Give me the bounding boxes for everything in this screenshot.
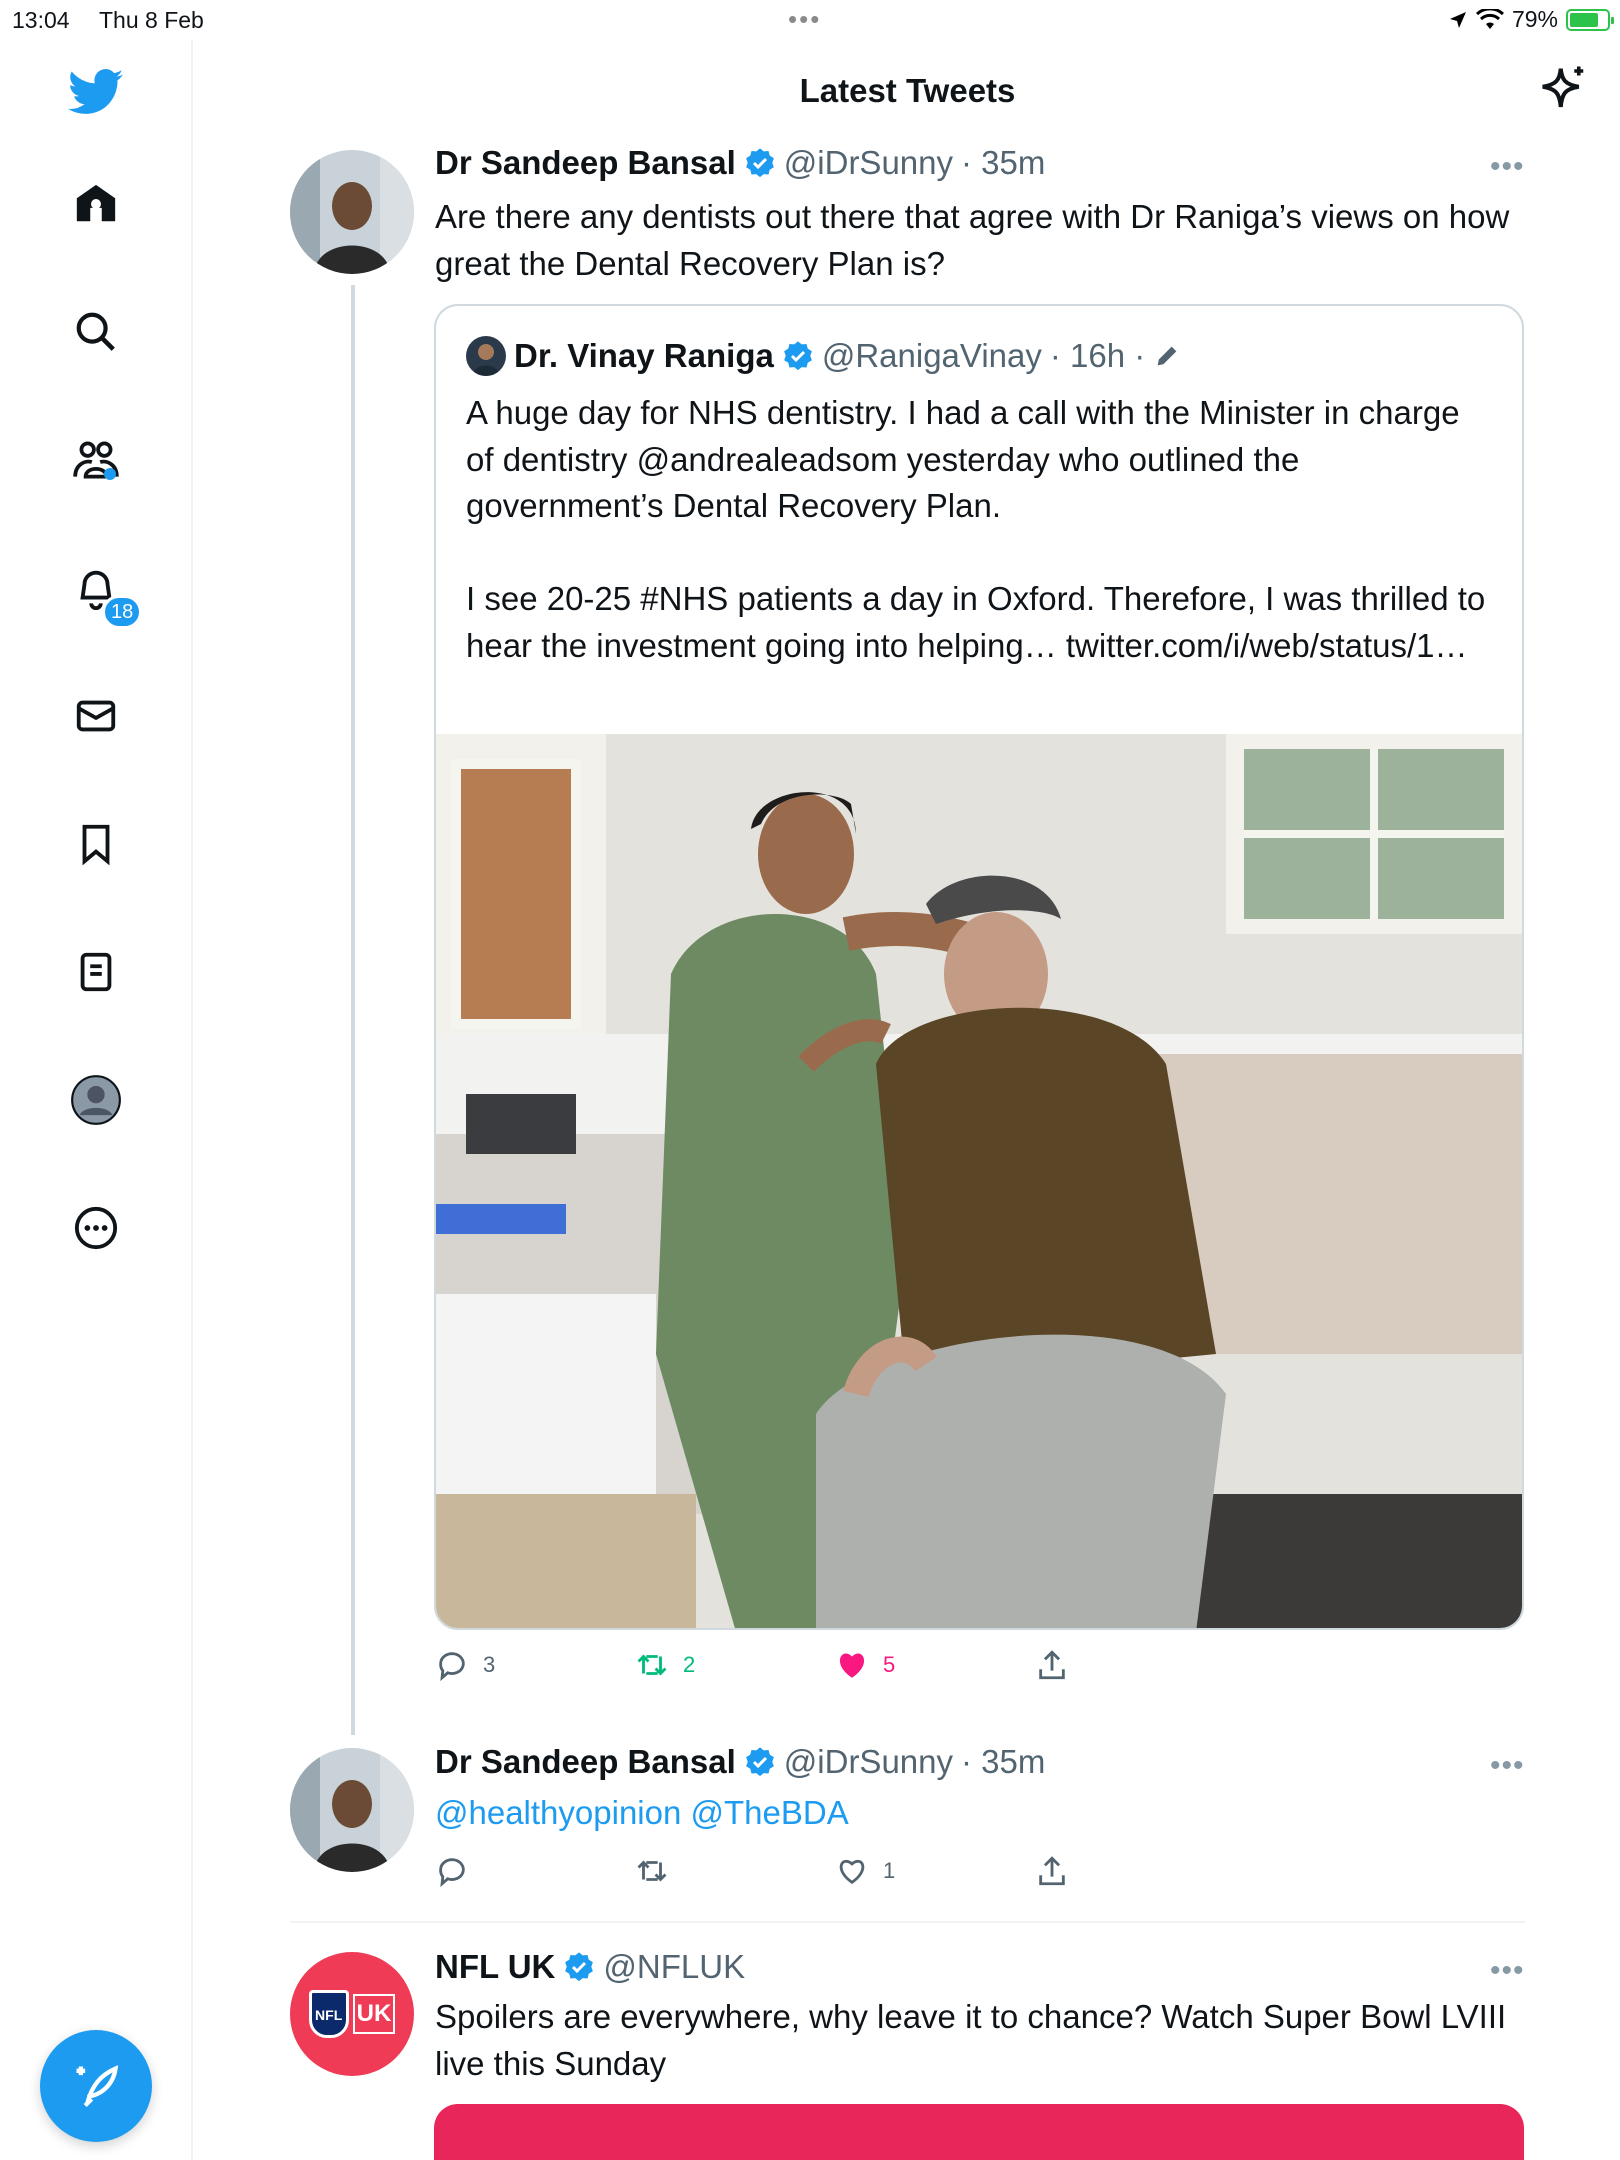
retweet-button[interactable]: 2 bbox=[635, 1648, 695, 1682]
author-handle[interactable]: @iDrSunny bbox=[784, 144, 953, 182]
quoted-author: Dr. Vinay Raniga @RanigaVinay · 16h · bbox=[466, 336, 1181, 376]
author-name[interactable]: NFL UK bbox=[435, 1948, 555, 1986]
timeline-header: Latest Tweets bbox=[195, 40, 1620, 140]
share-icon bbox=[1039, 1650, 1065, 1680]
tweet-time[interactable]: · 35m bbox=[961, 1743, 1045, 1781]
sidebar: 18 bbox=[0, 40, 193, 2160]
page-title: Latest Tweets bbox=[799, 72, 1016, 109]
verified-badge-icon bbox=[745, 1747, 774, 1777]
like-button[interactable]: 1 bbox=[835, 1854, 895, 1888]
status-time: 13:04 bbox=[12, 7, 70, 33]
tweet-divider bbox=[290, 1921, 1525, 1923]
quoted-handle: @RanigaVinay bbox=[821, 337, 1042, 374]
avatar[interactable] bbox=[290, 150, 414, 274]
bookmark-icon[interactable] bbox=[66, 814, 126, 874]
more-options-icon[interactable]: ••• bbox=[1490, 1954, 1525, 1988]
author-name[interactable]: Dr Sandeep Bansal bbox=[435, 144, 736, 182]
tweet-text: Spoilers are everywhere, why leave it to… bbox=[435, 1998, 1507, 2082]
edited-pencil-icon bbox=[1157, 346, 1177, 366]
profile-icon[interactable] bbox=[66, 1070, 126, 1130]
retweet-icon bbox=[637, 1654, 667, 1676]
battery-icon bbox=[1566, 8, 1614, 31]
nfl-uk-avatar[interactable]: NFL UK bbox=[290, 1952, 414, 2076]
mail-icon[interactable] bbox=[66, 686, 126, 746]
more-options-icon[interactable]: ••• bbox=[1490, 150, 1525, 184]
avatar[interactable] bbox=[290, 1748, 414, 1872]
reply-count: 3 bbox=[483, 1652, 496, 1677]
promoted-card[interactable] bbox=[434, 2104, 1524, 2160]
sparkle-icon[interactable] bbox=[1536, 62, 1590, 116]
retweet-icon bbox=[637, 1860, 667, 1882]
heart-icon bbox=[839, 1860, 865, 1885]
tweet-actions: 3 2 5 bbox=[435, 1648, 1135, 1688]
location-arrow-icon bbox=[1449, 11, 1466, 28]
multitasking-dots-icon[interactable]: ••• bbox=[788, 4, 821, 35]
share-button[interactable] bbox=[1035, 1648, 1069, 1682]
tweet-photo[interactable] bbox=[436, 734, 1522, 1628]
status-bar: 13:04 Thu 8 Feb ••• 79% bbox=[0, 0, 1620, 40]
like-button[interactable]: 5 bbox=[835, 1648, 895, 1682]
tweet-actions: 1 bbox=[435, 1854, 1135, 1894]
communities-dot bbox=[104, 468, 116, 480]
verified-badge-icon bbox=[745, 148, 774, 178]
heart-filled-icon bbox=[839, 1653, 865, 1678]
reply-button[interactable]: 3 bbox=[435, 1648, 495, 1682]
like-count: 5 bbox=[883, 1652, 896, 1677]
quoted-avatar bbox=[466, 336, 506, 376]
quoted-name: Dr. Vinay Raniga bbox=[514, 337, 774, 374]
author-name[interactable]: Dr Sandeep Bansal bbox=[435, 1743, 736, 1781]
home-icon[interactable] bbox=[66, 174, 126, 234]
nfl-shield-logo: NFL bbox=[308, 1990, 349, 2038]
status-date: Thu 8 Feb bbox=[99, 7, 204, 33]
uk-logo-text: UK bbox=[352, 1994, 396, 2034]
like-count: 1 bbox=[883, 1858, 896, 1883]
retweet-count: 2 bbox=[683, 1652, 696, 1677]
thread-connector bbox=[351, 285, 355, 1735]
reply-icon bbox=[439, 1858, 465, 1888]
reply-icon bbox=[439, 1652, 465, 1682]
tweet-author: NFL UK @NFLUK bbox=[435, 1948, 745, 1986]
retweet-button[interactable] bbox=[635, 1854, 683, 1888]
quoted-tweet[interactable]: Dr. Vinay Raniga @RanigaVinay · 16h · A … bbox=[434, 304, 1524, 1630]
author-handle[interactable]: @NFLUK bbox=[603, 1948, 745, 1986]
author-handle[interactable]: @iDrSunny bbox=[784, 1743, 953, 1781]
more-circle-icon[interactable] bbox=[66, 1198, 126, 1258]
battery-percent: 79% bbox=[1511, 6, 1558, 32]
tweet-author: Dr Sandeep Bansal @iDrSunny · 35m bbox=[435, 1743, 1045, 1781]
lists-icon[interactable] bbox=[66, 942, 126, 1002]
share-icon bbox=[1039, 1856, 1065, 1886]
quoted-time: · 16h · bbox=[1049, 337, 1146, 374]
status-right: 79% bbox=[1448, 6, 1614, 33]
verified-badge-icon bbox=[783, 341, 812, 371]
verified-badge-icon bbox=[565, 1952, 594, 1982]
notifications-badge: 18 bbox=[102, 595, 143, 629]
search-icon[interactable] bbox=[66, 302, 126, 362]
tweet-text: Are there any dentists out there that ag… bbox=[435, 198, 1510, 282]
reply-button[interactable] bbox=[435, 1854, 483, 1888]
compose-button[interactable] bbox=[40, 2030, 152, 2142]
wifi-icon bbox=[1475, 8, 1504, 29]
communities-icon[interactable] bbox=[66, 430, 126, 490]
share-button[interactable] bbox=[1035, 1854, 1069, 1888]
tweet-author: Dr Sandeep Bansal @iDrSunny · 35m bbox=[435, 144, 1045, 182]
compose-icon bbox=[76, 2065, 119, 2108]
more-options-icon[interactable]: ••• bbox=[1490, 1749, 1525, 1783]
quoted-text: A huge day for NHS dentistry. I had a ca… bbox=[466, 394, 1486, 664]
tweet-time[interactable]: · 35m bbox=[961, 144, 1045, 182]
tweet-mentions[interactable]: @healthyopinion @TheBDA bbox=[435, 1789, 1515, 1836]
twitter-logo-icon[interactable] bbox=[66, 62, 126, 122]
